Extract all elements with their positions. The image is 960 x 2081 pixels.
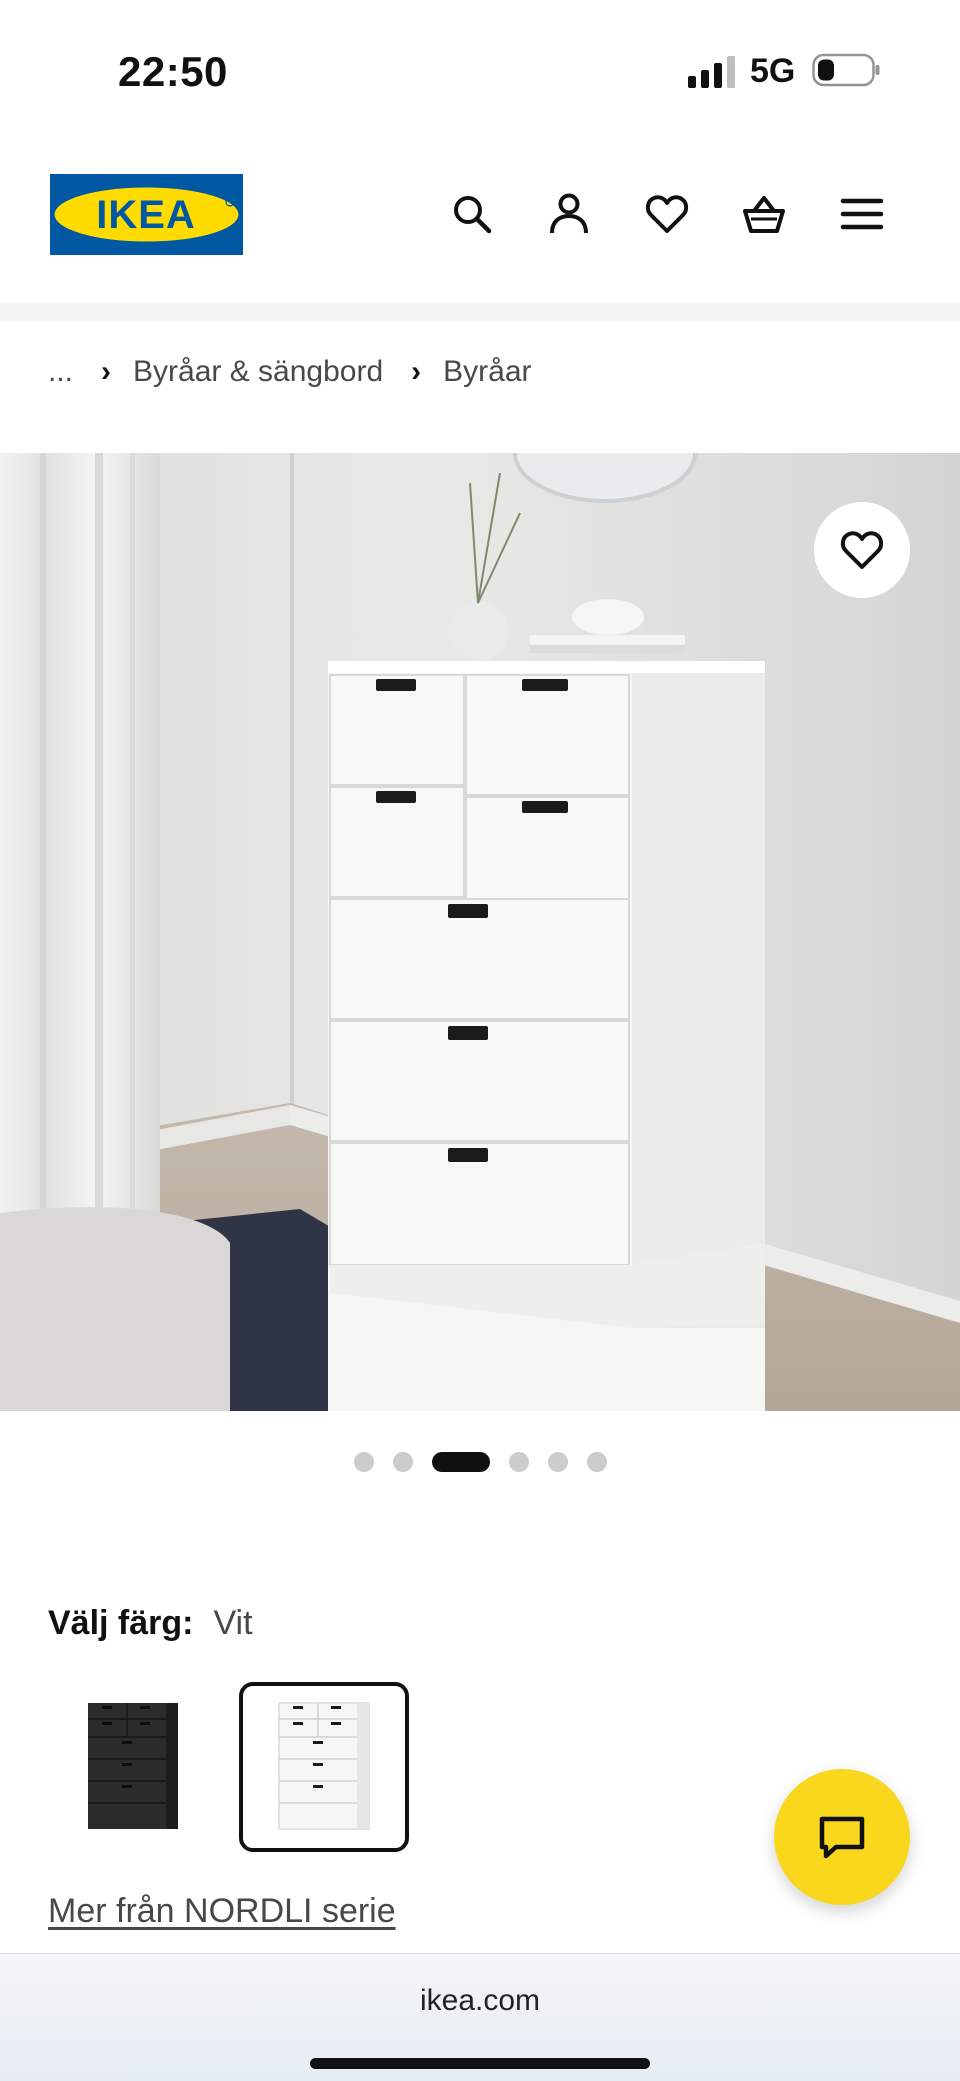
menu-icon [840, 198, 884, 230]
search-button[interactable] [442, 184, 502, 244]
product-photo [0, 453, 960, 1411]
chat-icon [819, 1816, 865, 1859]
carousel-dot[interactable] [586, 1452, 607, 1472]
color-label: Välj färg: [48, 1604, 194, 1642]
home-indicator[interactable] [310, 2058, 650, 2069]
battery-icon [812, 53, 880, 87]
breadcrumb-item-chests-nightstands[interactable]: Byråar & sängbord [133, 355, 383, 389]
svg-text:IKEA: IKEA [96, 193, 196, 237]
chevron-right-icon: › [411, 355, 422, 388]
basket-button[interactable] [734, 184, 794, 244]
ikea-logo[interactable]: IKEA [50, 174, 243, 255]
header-divider [0, 303, 960, 321]
basket-icon [743, 196, 785, 233]
carousel-dots [0, 1450, 960, 1474]
color-option-black-brown[interactable] [48, 1682, 218, 1852]
add-to-favourites-button[interactable] [814, 502, 910, 598]
series-link[interactable]: Mer från NORDLI serie [48, 1892, 396, 1931]
menu-button[interactable] [832, 184, 892, 244]
account-button[interactable] [539, 184, 599, 244]
carousel-dot[interactable] [392, 1452, 413, 1472]
search-icon [454, 196, 492, 234]
chat-button[interactable] [774, 1769, 910, 1905]
breadcrumb: ... › Byråar & sängbord › Byråar [48, 350, 532, 394]
signal-icon [688, 56, 735, 88]
carousel-dot-active[interactable] [431, 1452, 490, 1472]
chevron-right-icon: › [101, 355, 112, 388]
site-header: IKEA [0, 140, 960, 300]
network-label: 5G [750, 52, 796, 90]
user-icon [550, 193, 588, 234]
selected-color-value: Vit [213, 1604, 253, 1642]
color-selector-label: Välj färg: Vit [48, 1604, 253, 1643]
carousel-dot[interactable] [508, 1452, 529, 1472]
favourites-button[interactable] [637, 184, 697, 244]
status-bar: 22:50 5G [0, 0, 960, 140]
status-time: 22:50 [118, 48, 228, 95]
carousel-dot[interactable] [353, 1452, 374, 1472]
url-field[interactable]: ikea.com [0, 1984, 960, 2018]
dresser-thumbnail-black [88, 1703, 178, 1829]
dresser-thumbnail-white [278, 1702, 370, 1830]
product-image[interactable] [0, 453, 960, 1411]
color-option-white[interactable] [239, 1682, 409, 1852]
heart-icon [840, 531, 884, 569]
carousel-dot[interactable] [547, 1452, 568, 1472]
breadcrumb-ellipsis[interactable]: ... [48, 355, 73, 389]
breadcrumb-item-chests[interactable]: Byråar [443, 355, 531, 389]
heart-icon [645, 195, 689, 233]
browser-address-bar: ikea.com [0, 1953, 960, 2081]
